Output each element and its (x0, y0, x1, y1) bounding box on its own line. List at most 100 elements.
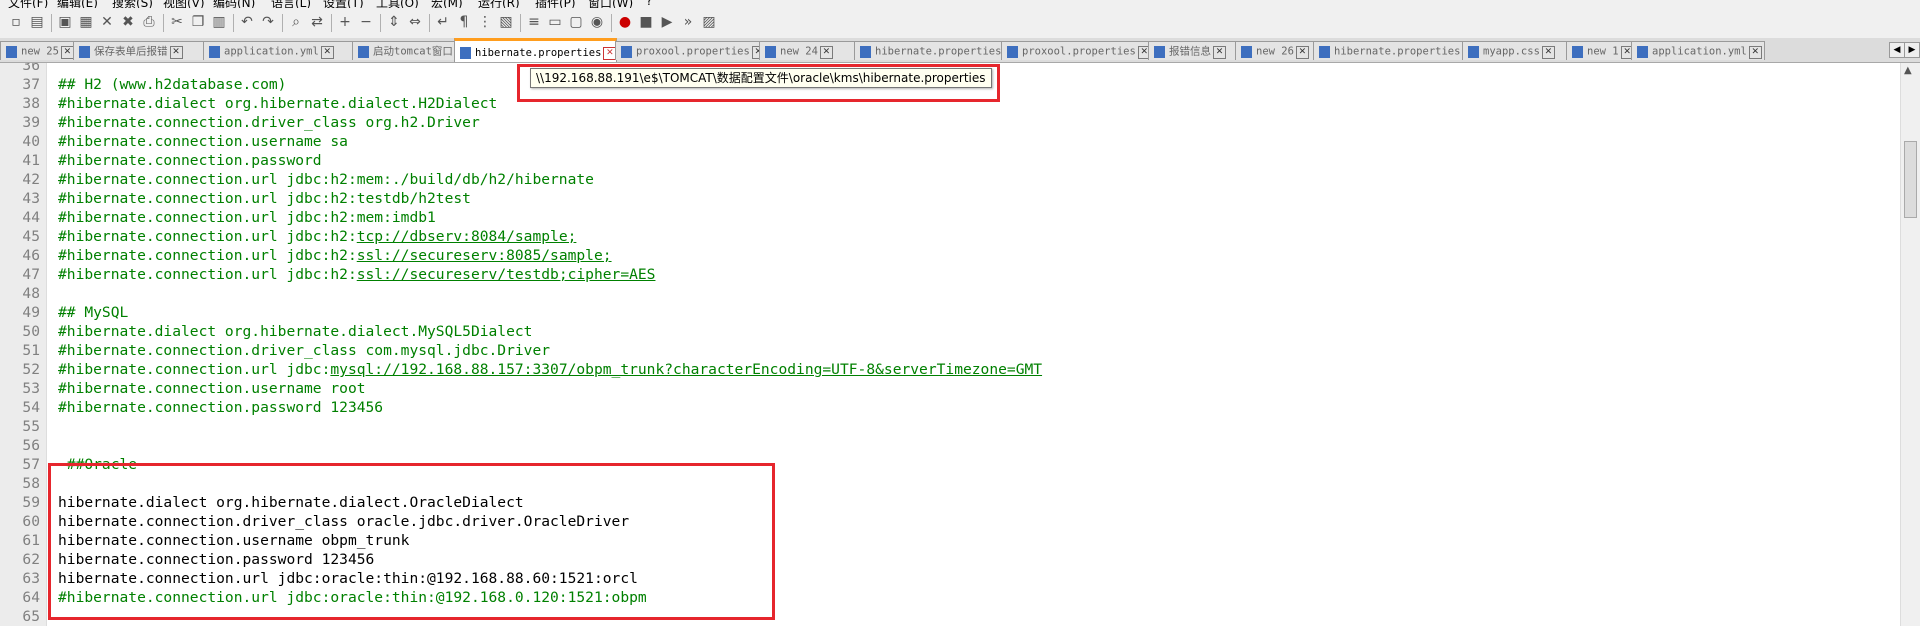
menu-item[interactable]: 编码(N) (213, 0, 255, 8)
menu-item[interactable]: 工具(O) (376, 0, 419, 8)
function-list-icon[interactable]: ≡ (526, 14, 542, 30)
code-link[interactable]: tcp://dbserv:8084/sample; (357, 228, 577, 245)
code-line: 43 #hibernate.connection.url jdbc:h2:test… (0, 189, 1900, 208)
word-wrap-icon[interactable]: ↵ (435, 14, 451, 30)
tab-close-icon[interactable]: ✕ (320, 45, 334, 59)
sync-horizontal-icon[interactable]: ⇔ (407, 14, 423, 30)
sync-vertical-icon[interactable]: ⇕ (386, 14, 402, 30)
tab-label: new 26 (1256, 45, 1294, 58)
menu-item[interactable]: 插件(P) (535, 0, 576, 8)
code-segment: #hibernate.connection.url jdbc:h2: (58, 266, 357, 283)
tab-9[interactable]: proxool.properties ✕ (1001, 41, 1150, 60)
find-icon[interactable]: ⌕ (288, 14, 304, 30)
tab-close-icon[interactable]: ✕ (60, 45, 74, 59)
code-text: #hibernate.connection.driver_class org.h… (58, 113, 480, 132)
undo-icon[interactable]: ↶ (239, 14, 255, 30)
line-number: 39 (22, 114, 40, 131)
menu-item[interactable]: 运行(R) (478, 0, 520, 8)
tab-15[interactable]: application.yml ✕ (1631, 41, 1765, 60)
scroll-up-icon[interactable]: ▲ (1904, 65, 1912, 76)
code-text: #hibernate.connection.driver_class com.m… (58, 341, 550, 360)
tab-6[interactable]: proxool.properties✕ (615, 41, 761, 60)
line-number: 62 (22, 551, 40, 568)
play-macro-icon[interactable]: ▶ (659, 14, 675, 30)
menu-item[interactable]: 语言(L) (271, 0, 311, 8)
code-segment: #hibernate.connection.password 123456 (58, 399, 384, 416)
indent-guide-icon[interactable]: ⋮ (477, 14, 493, 30)
menu-item[interactable]: 视图(V) (163, 0, 205, 8)
save-icon[interactable]: ▣ (57, 14, 73, 30)
save-macro-icon[interactable]: ▨ (701, 14, 717, 30)
line-number: 58 (22, 475, 40, 492)
cut-icon[interactable]: ✂ (169, 14, 185, 30)
menu-item[interactable]: ? (646, 0, 652, 8)
line-number: 37 (22, 76, 40, 93)
tab-4[interactable]: 启动tomcat窗口✕ (352, 41, 456, 60)
save-all-icon[interactable]: ▦ (78, 14, 94, 30)
tab-close-icon[interactable]: ✕ (1213, 45, 1226, 59)
code-link[interactable]: ssl://secureserv/testdb;cipher=AES (357, 266, 656, 283)
open-file-icon[interactable]: ▤ (29, 14, 45, 30)
menu-item[interactable]: 编辑(E) (57, 0, 98, 8)
paste-icon[interactable]: ▥ (211, 14, 227, 30)
code-line: 51 #hibernate.connection.driver_class com… (0, 341, 1900, 360)
code-line: 46 #hibernate.connection.url jdbc:h2:ssl:… (0, 246, 1900, 265)
show-all-chars-icon[interactable]: ¶ (456, 14, 472, 30)
doc-map-icon[interactable]: ▧ (498, 14, 514, 30)
tab-close-icon[interactable]: ✕ (819, 45, 833, 59)
tab-label: 启动tomcat窗口 (373, 45, 453, 58)
tab-close-icon[interactable]: ✕ (1295, 45, 1309, 59)
menu-item[interactable]: 宏(M) (431, 0, 463, 8)
menu-item[interactable]: 窗口(W) (588, 0, 633, 8)
file-icon (1007, 46, 1018, 58)
tab-14[interactable]: new 1 ✕ (1566, 41, 1633, 60)
new-file-icon[interactable]: ▫ (8, 14, 24, 30)
close-all-icon[interactable]: ✖ (120, 14, 136, 30)
menu-item[interactable]: 文件(F) (8, 0, 48, 8)
redo-icon[interactable]: ↷ (260, 14, 276, 30)
vertical-scrollbar[interactable]: ▲ (1900, 63, 1920, 626)
code-line: 44 #hibernate.connection.url jdbc:h2:mem:… (0, 208, 1900, 227)
record-macro-icon[interactable]: ● (617, 14, 633, 30)
tab-7[interactable]: new 24 ✕ (759, 41, 856, 60)
stop-record-icon[interactable]: ■ (638, 14, 654, 30)
line-number: 59 (22, 494, 40, 511)
tab-close-icon[interactable]: ✕ (169, 45, 183, 59)
line-number: 50 (22, 323, 40, 340)
code-segment: #hibernate.connection.username root (58, 380, 366, 397)
tab-close-icon[interactable]: ✕ (1748, 45, 1762, 59)
menu-item[interactable]: 搜索(S) (112, 0, 153, 8)
tab-11[interactable]: new 26 ✕ (1235, 41, 1315, 60)
menu-item[interactable]: 设置(T) (323, 0, 364, 8)
file-icon (1154, 46, 1165, 58)
tab-1[interactable]: new 25 ✕ (0, 41, 75, 60)
code-link[interactable]: mysql://192.168.88.157:3307/obpm_trunk?c… (330, 361, 1042, 378)
close-icon[interactable]: ✕ (99, 14, 115, 30)
tab-scroll-right-icon[interactable]: ▶ (1904, 42, 1920, 58)
tab-2[interactable]: 保存表单后报错 ✕ (73, 41, 205, 60)
monitor-icon[interactable]: ▢ (568, 14, 584, 30)
code-line: 39 #hibernate.connection.driver_class org… (0, 113, 1900, 132)
folder-workspace-icon[interactable]: ▭ (547, 14, 563, 30)
code-link[interactable]: ssl://secureserv:8085/sample; (357, 247, 612, 264)
tab-13[interactable]: myapp.css ✕ (1462, 41, 1568, 60)
tab-12[interactable]: hibernate.properties✕ (1313, 41, 1464, 60)
zoom-out-icon[interactable]: − (358, 14, 374, 30)
code-segment: #hibernate.connection.url jdbc:h2:testdb… (58, 190, 471, 207)
tab-3[interactable]: application.yml ✕ (203, 41, 354, 60)
zoom-in-icon[interactable]: + (337, 14, 353, 30)
tab-8[interactable]: hibernate.properties✕ (854, 41, 1003, 60)
tab-5[interactable]: hibernate.properties ✕ (454, 38, 617, 62)
file-icon (6, 46, 17, 58)
tab-close-icon[interactable]: ✕ (1541, 45, 1555, 59)
tab-label: proxool.properties (636, 45, 750, 58)
line-number: 53 (22, 380, 40, 397)
tab-scroll-left-icon[interactable]: ◀ (1889, 42, 1905, 58)
copy-icon[interactable]: ❐ (190, 14, 206, 30)
scrollbar-thumb[interactable] (1904, 141, 1917, 218)
eye-icon[interactable]: ◉ (589, 14, 605, 30)
print-icon[interactable]: ⎙ (141, 14, 157, 30)
tab-10[interactable]: 报错信息 ✕ (1148, 41, 1237, 60)
replace-icon[interactable]: ⇄ (309, 14, 325, 30)
run-macro-multiple-icon[interactable]: » (680, 14, 696, 30)
